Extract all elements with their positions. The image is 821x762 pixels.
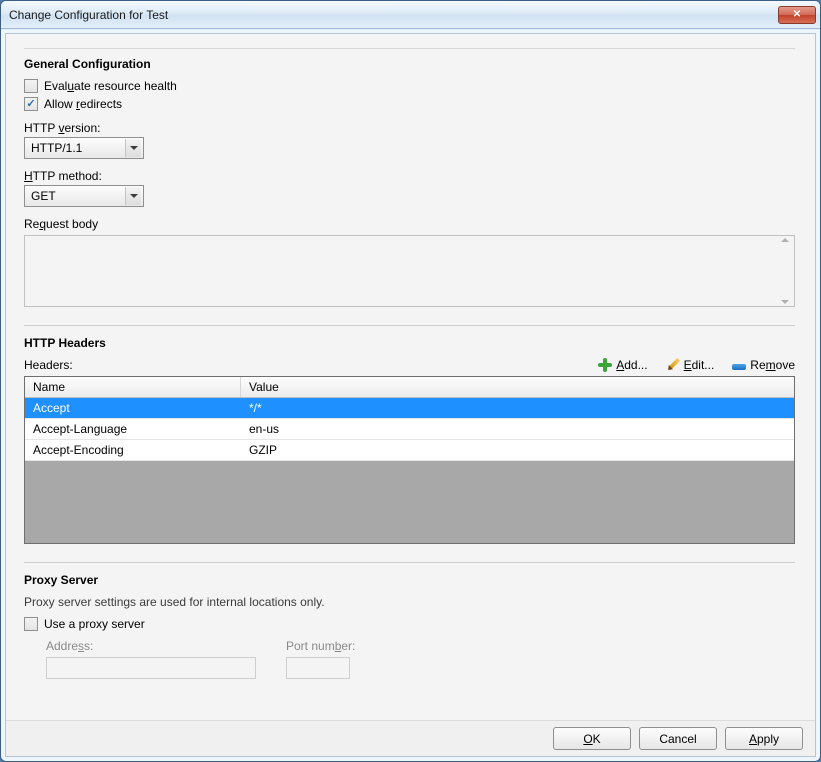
divider — [24, 325, 795, 326]
proxy-port-label: Port number: — [286, 639, 355, 653]
http-method-block: HTTP method: GET — [24, 169, 795, 207]
proxy-note: Proxy server settings are used for inter… — [24, 595, 795, 609]
add-header-button[interactable]: Add... — [598, 358, 647, 372]
http-method-select[interactable]: GET — [24, 185, 144, 207]
http-version-value: HTTP/1.1 — [31, 141, 121, 155]
cell-value: */* — [241, 398, 794, 418]
divider — [24, 48, 795, 49]
chevron-down-icon — [125, 139, 141, 157]
checkbox-allow-redirects-label: Allow redirects — [44, 97, 122, 111]
col-value[interactable]: Value — [241, 377, 794, 397]
request-body-textarea[interactable] — [24, 235, 795, 307]
headers-label: Headers: — [24, 358, 73, 372]
table-row[interactable]: Accept*/* — [25, 398, 794, 419]
chevron-down-icon — [125, 187, 141, 205]
titlebar[interactable]: Change Configuration for Test ✕ — [1, 1, 820, 29]
close-button[interactable]: ✕ — [778, 6, 816, 24]
dialog-window: Change Configuration for Test ✕ General … — [0, 0, 821, 762]
client-area: General Configuration Evaluate resource … — [5, 33, 816, 757]
http-method-label: HTTP method: — [24, 169, 795, 183]
general-heading: General Configuration — [24, 57, 795, 71]
divider — [24, 562, 795, 563]
edit-header-button[interactable]: Edit... — [666, 358, 715, 372]
proxy-address-input — [46, 657, 256, 679]
http-headers-heading: HTTP Headers — [24, 336, 795, 350]
cell-name: Accept — [25, 398, 241, 418]
scroll-area[interactable]: General Configuration Evaluate resource … — [6, 34, 815, 720]
cell-name: Accept-Language — [25, 419, 241, 439]
scroll-down-icon — [778, 300, 792, 304]
pencil-icon — [663, 355, 683, 375]
table-body: Accept*/*Accept-Languageen-usAccept-Enco… — [25, 398, 794, 461]
checkbox-use-proxy-row[interactable]: Use a proxy server — [24, 617, 795, 631]
minus-icon — [732, 364, 746, 370]
close-icon: ✕ — [793, 9, 801, 20]
request-body-block: Request body — [24, 217, 795, 307]
cancel-button[interactable]: Cancel — [639, 727, 717, 750]
col-name[interactable]: Name — [25, 377, 241, 397]
scroll-up-icon — [778, 238, 792, 242]
proxy-address-label: Address: — [46, 639, 256, 653]
checkbox-use-proxy-label: Use a proxy server — [44, 617, 145, 631]
table-row[interactable]: Accept-Languageen-us — [25, 419, 794, 440]
http-version-label: HTTP version: — [24, 121, 795, 135]
headers-table[interactable]: Name Value Accept*/*Accept-Languageen-us… — [24, 376, 795, 544]
proxy-port-input — [286, 657, 350, 679]
checkbox-allow-redirects-row[interactable]: Allow redirects — [24, 97, 795, 111]
request-body-label: Request body — [24, 217, 795, 231]
cell-name: Accept-Encoding — [25, 440, 241, 460]
window-title: Change Configuration for Test — [9, 8, 778, 22]
table-header: Name Value — [25, 377, 794, 398]
table-row[interactable]: Accept-EncodingGZIP — [25, 440, 794, 461]
button-bar: OK Cancel Apply — [6, 720, 815, 756]
checkbox-evaluate-health-label: Evaluate resource health — [44, 79, 177, 93]
headers-toolbar: Headers: Add... Edit... Remove — [24, 358, 795, 372]
checkbox-use-proxy[interactable] — [24, 617, 38, 631]
http-method-value: GET — [31, 189, 121, 203]
checkbox-evaluate-health-row[interactable]: Evaluate resource health — [24, 79, 795, 93]
cell-value: GZIP — [241, 440, 794, 460]
proxy-heading: Proxy Server — [24, 573, 795, 587]
remove-header-button[interactable]: Remove — [732, 358, 795, 372]
http-version-select[interactable]: HTTP/1.1 — [24, 137, 144, 159]
proxy-fields: Address: Port number: — [24, 639, 795, 679]
checkbox-allow-redirects[interactable] — [24, 97, 38, 111]
cell-value: en-us — [241, 419, 794, 439]
checkbox-evaluate-health[interactable] — [24, 79, 38, 93]
apply-button[interactable]: Apply — [725, 727, 803, 750]
plus-icon — [598, 358, 612, 372]
http-version-block: HTTP version: HTTP/1.1 — [24, 121, 795, 159]
ok-button[interactable]: OK — [553, 727, 631, 750]
